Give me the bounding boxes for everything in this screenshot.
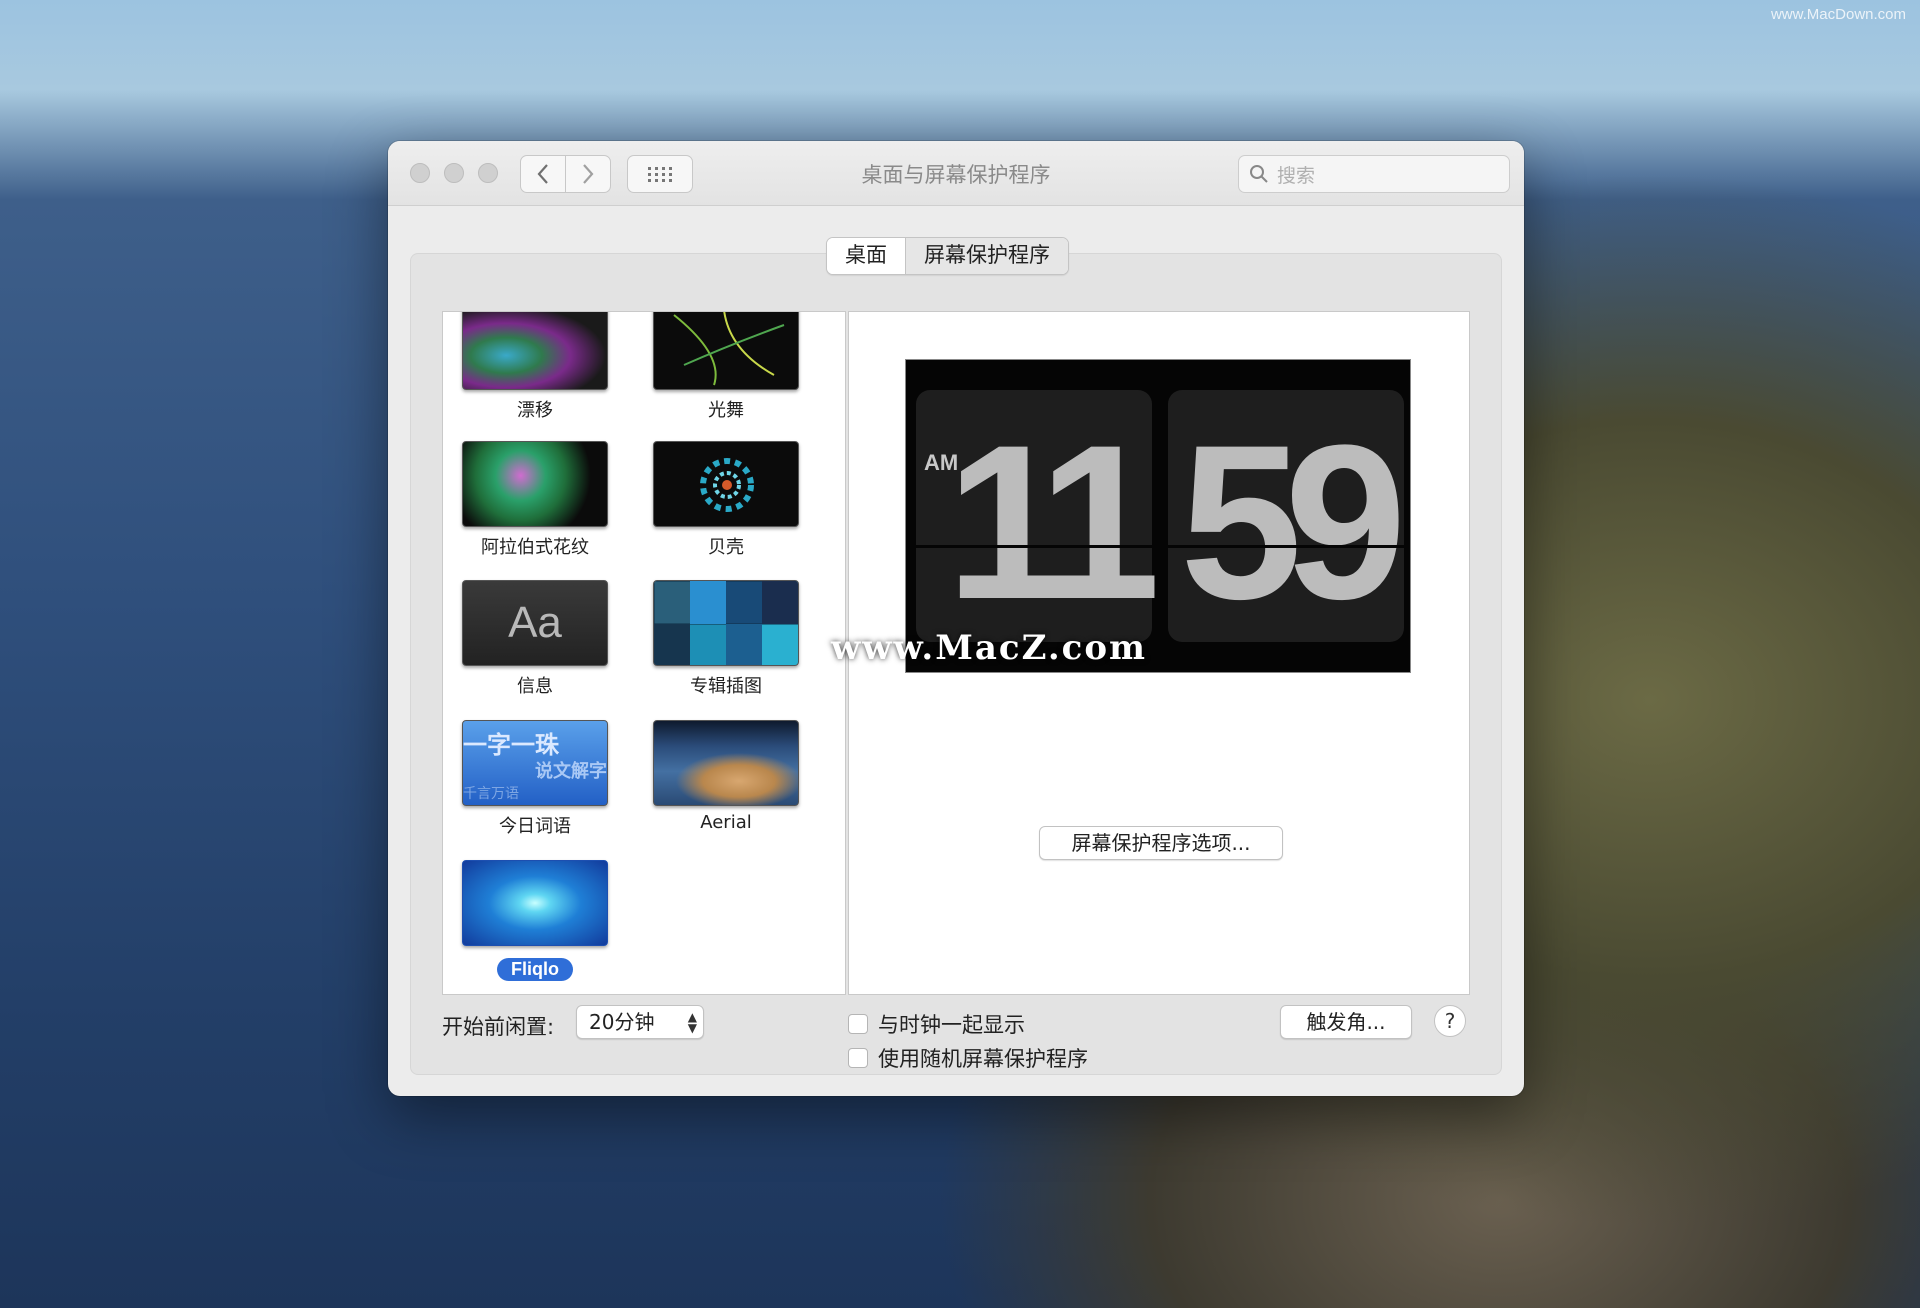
saver-label: 今日词语 xyxy=(499,816,571,837)
saver-item-drift[interactable]: 漂移 xyxy=(460,312,610,422)
fliqlo-thumbnail xyxy=(462,860,608,946)
word-thumb-line3: 千言万语 xyxy=(463,786,519,802)
title-bar: 桌面与屏幕保护程序 搜索 xyxy=(388,141,1524,206)
flurry-thumbnail xyxy=(653,312,799,390)
updown-arrows-icon: ▲ ▼ xyxy=(687,1010,697,1035)
drift-thumbnail xyxy=(462,312,608,390)
watermark-text: www.MacDown.com xyxy=(1770,6,1906,23)
saver-label-selected: Fliqlo xyxy=(497,958,573,981)
search-placeholder: 搜索 xyxy=(1277,164,1316,187)
help-button[interactable]: ? xyxy=(1434,1005,1466,1037)
tab-desktop[interactable]: 桌面 xyxy=(827,238,905,274)
preferences-window: 桌面与屏幕保护程序 搜索 桌面 屏幕保护程序 漂移 光舞 阿拉伯式花纹 贝壳 A… xyxy=(388,141,1524,1096)
watermark-text: www.MacZ.com xyxy=(831,628,1148,668)
clock-preview: AM 11 59 www.MacZ.com xyxy=(831,359,1411,673)
saver-item-message[interactable]: Aa 信息 xyxy=(460,580,610,698)
card-divider xyxy=(916,545,1152,548)
hour-card: AM 11 xyxy=(916,390,1161,645)
hot-corners-button[interactable]: 触发角... xyxy=(1280,1005,1412,1039)
message-thumbnail: Aa xyxy=(462,580,608,666)
random-saver-row[interactable]: 使用随机屏幕保护程序 xyxy=(848,1043,1088,1073)
saver-label: 阿拉伯式花纹 xyxy=(481,537,589,558)
screen-saver-list[interactable]: 漂移 光舞 阿拉伯式花纹 贝壳 Aa 信息 专辑插图 一字一珠 说文解字 千言万… xyxy=(442,311,846,995)
saver-label: 漂移 xyxy=(517,400,553,421)
show-clock-checkbox[interactable] xyxy=(848,1014,868,1034)
saver-item-fliqlo[interactable]: Fliqlo xyxy=(460,860,610,981)
saver-item-album-artwork[interactable]: 专辑插图 xyxy=(651,580,801,698)
show-clock-label: 与时钟一起显示 xyxy=(878,1013,1025,1037)
hour-digits: 11 xyxy=(946,399,1161,645)
tab-screen-saver[interactable]: 屏幕保护程序 xyxy=(905,238,1068,274)
idle-time-select[interactable]: 20分钟 ▲ ▼ xyxy=(576,1005,704,1039)
word-thumb-line2: 说文解字 xyxy=(535,761,607,782)
minute-digits: 59 xyxy=(1180,399,1407,645)
minute-card: 59 xyxy=(1168,390,1407,645)
saver-label: Aerial xyxy=(700,812,752,833)
arabesque-thumbnail xyxy=(462,441,608,527)
idle-label: 开始前闲置: xyxy=(442,1015,555,1039)
saver-item-aerial[interactable]: Aerial xyxy=(651,720,801,833)
idle-time-value: 20分钟 xyxy=(589,1010,655,1034)
show-clock-row[interactable]: 与时钟一起显示 xyxy=(848,1009,1025,1039)
aerial-thumbnail xyxy=(653,720,799,806)
message-thumb-text: Aa xyxy=(508,598,562,647)
word-thumb-line1: 一字一珠 xyxy=(463,731,559,759)
saver-item-shell[interactable]: 贝壳 xyxy=(651,441,801,559)
search-icon xyxy=(1250,165,1268,183)
preview-area: AM 11 59 www.MacZ.com 屏幕保护程序选项... xyxy=(831,311,1470,995)
saver-item-word-of-the-day[interactable]: 一字一珠 说文解字 千言万语 今日词语 xyxy=(460,720,610,838)
random-saver-checkbox[interactable] xyxy=(848,1048,868,1068)
saver-item-flurry[interactable]: 光舞 xyxy=(651,312,801,422)
saver-label: 信息 xyxy=(517,676,553,697)
saver-label: 光舞 xyxy=(708,400,744,421)
album-artwork-thumbnail xyxy=(653,580,799,666)
word-of-the-day-thumbnail: 一字一珠 说文解字 千言万语 xyxy=(462,720,608,806)
saver-label: 贝壳 xyxy=(708,537,744,558)
screen-saver-options-button[interactable]: 屏幕保护程序选项... xyxy=(1039,826,1283,860)
shell-thumbnail xyxy=(653,441,799,527)
tab-bar: 桌面 屏幕保护程序 xyxy=(826,237,1069,275)
random-saver-label: 使用随机屏幕保护程序 xyxy=(878,1047,1088,1071)
search-field[interactable]: 搜索 xyxy=(1238,155,1510,193)
card-divider xyxy=(1168,545,1404,548)
saver-item-arabesque[interactable]: 阿拉伯式花纹 xyxy=(460,441,610,559)
saver-label: 专辑插图 xyxy=(690,676,762,697)
